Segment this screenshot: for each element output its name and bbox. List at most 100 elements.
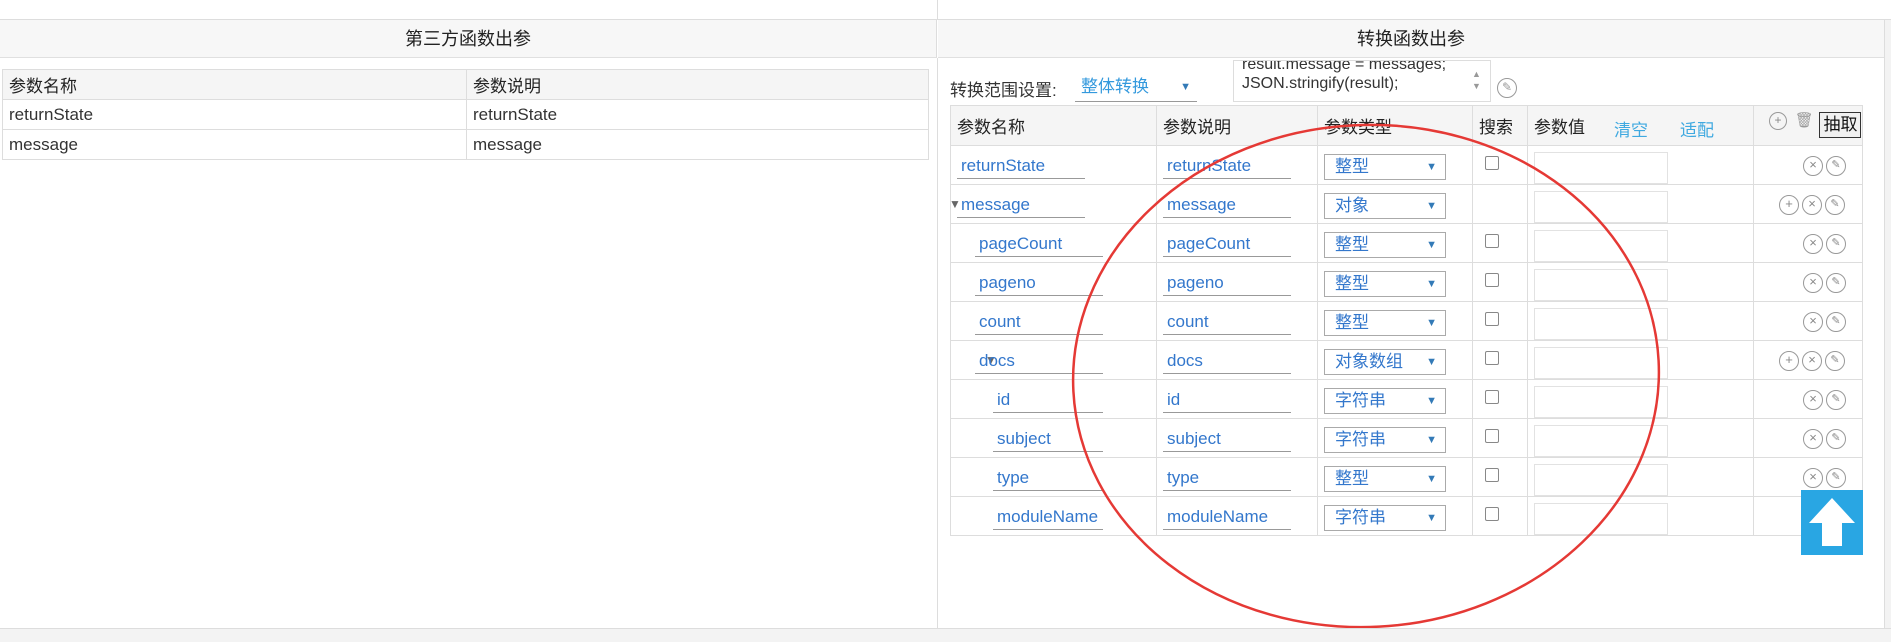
param-value-input[interactable] [1534,308,1668,340]
pencil-circle-icon[interactable]: ✎ [1826,312,1846,332]
param-desc-input[interactable]: message [1163,192,1291,218]
bottom-strip [0,628,1891,642]
x-circle-icon[interactable]: × [1803,156,1823,176]
param-type-select[interactable]: 整型 ▼ [1324,154,1446,180]
param-type-select[interactable]: 字符串 ▼ [1324,427,1446,453]
x-circle-icon[interactable]: × [1803,273,1823,293]
param-name-input[interactable]: docs [975,348,1103,374]
param-type-value: 字符串 [1335,508,1386,527]
param-desc-input[interactable]: pageno [1163,270,1291,296]
param-type-value: 整型 [1335,157,1369,176]
textarea-resize-icon[interactable]: ▲ ▼ [1472,68,1481,92]
param-type-select[interactable]: 整型 ▼ [1324,271,1446,297]
plus-circle-icon[interactable]: + [1779,195,1799,215]
param-desc-input[interactable]: pageCount [1163,231,1291,257]
param-type-value: 整型 [1335,274,1369,293]
pencil-circle-icon[interactable]: ✎ [1826,429,1846,449]
param-value-input[interactable] [1534,503,1668,535]
pencil-circle-icon[interactable]: ✎ [1497,78,1517,98]
search-checkbox[interactable] [1485,273,1499,287]
param-desc-cell: message [466,129,929,160]
scroll-to-top-button[interactable] [1801,490,1863,555]
param-desc-input[interactable]: id [1163,387,1291,413]
param-value-input[interactable] [1534,464,1668,496]
param-desc-input[interactable]: count [1163,309,1291,335]
param-type-select[interactable]: 字符串 ▼ [1324,505,1446,531]
param-name-input[interactable]: message [957,192,1085,218]
chevron-down-icon: ▼ [1426,161,1437,173]
param-type-select[interactable]: 整型 ▼ [1324,232,1446,258]
x-circle-icon[interactable]: × [1802,351,1822,371]
x-circle-icon[interactable]: × [1803,312,1823,332]
chevron-down-icon: ▼ [1180,81,1191,93]
param-type-select[interactable]: 整型 ▼ [1324,310,1446,336]
search-checkbox[interactable] [1485,312,1499,326]
search-checkbox[interactable] [1485,234,1499,248]
search-checkbox[interactable] [1485,390,1499,404]
search-checkbox[interactable] [1485,351,1499,365]
right-panel-title: 转换函数出参 [938,20,1884,58]
pencil-circle-icon[interactable]: ✎ [1825,351,1845,371]
param-desc-input[interactable]: moduleName [1163,504,1291,530]
param-name-input[interactable]: id [993,387,1103,413]
x-circle-icon[interactable]: × [1803,234,1823,254]
param-type-select[interactable]: 整型 ▼ [1324,466,1446,492]
param-desc-cell: returnState [466,99,929,130]
search-cell [1472,379,1528,419]
param-value-input[interactable] [1534,386,1668,418]
right-scrollbar-strip[interactable] [1884,20,1891,628]
search-checkbox[interactable] [1485,429,1499,443]
actions-cell: ×✎ [1753,262,1863,302]
search-checkbox[interactable] [1485,507,1499,521]
x-circle-icon[interactable]: × [1802,195,1822,215]
param-name-input[interactable]: moduleName [993,504,1103,530]
value-header-label: 参数值 [1534,118,1585,137]
pencil-circle-icon[interactable]: ✎ [1826,273,1846,293]
param-value-input[interactable] [1534,347,1668,379]
param-value-input[interactable] [1534,230,1668,262]
column-header-actions: + 🗑 抽取 [1753,105,1863,146]
param-value-input[interactable] [1534,152,1668,184]
x-circle-icon[interactable]: × [1803,390,1823,410]
param-desc-input[interactable]: returnState [1163,153,1291,179]
pencil-circle-icon[interactable]: ✎ [1826,468,1846,488]
param-desc-cell: type [1156,457,1318,497]
param-type-select[interactable]: 对象数组 ▼ [1324,349,1446,375]
conversion-script-textarea[interactable]: result.message = messages; JSON.stringif… [1233,60,1491,102]
top-strip [0,0,1891,20]
param-desc-input[interactable]: type [1163,465,1291,491]
param-type-select[interactable]: 对象 ▼ [1324,193,1446,219]
pencil-circle-icon[interactable]: ✎ [1826,156,1846,176]
clear-link[interactable]: 清空 [1614,116,1648,141]
param-type-cell: 整型 ▼ [1317,223,1473,263]
param-name-cell: message [2,129,467,160]
param-value-input[interactable] [1534,269,1668,301]
pencil-circle-icon[interactable]: ✎ [1826,390,1846,410]
param-name-input[interactable]: returnState [957,153,1085,179]
plus-circle-icon[interactable]: + [1779,351,1799,371]
param-name-input[interactable]: type [993,465,1103,491]
param-name-input[interactable]: subject [993,426,1103,452]
param-desc-input[interactable]: subject [1163,426,1291,452]
x-circle-icon[interactable]: × [1803,429,1823,449]
param-value-input[interactable] [1534,425,1668,457]
extract-button[interactable]: 抽取 [1819,112,1862,138]
param-desc-input[interactable]: docs [1163,348,1291,374]
pencil-circle-icon[interactable]: ✎ [1825,195,1845,215]
x-circle-icon[interactable]: × [1803,468,1823,488]
param-value-input[interactable] [1534,191,1668,223]
range-setting-select[interactable]: 整体转换 ▼ [1075,72,1197,102]
table-row: ▼ docs docs 对象数组 ▼ + × ✎ [950,340,1863,380]
plus-circle-icon[interactable]: + [1769,112,1787,130]
param-name-input[interactable]: pageCount [975,231,1103,257]
search-checkbox[interactable] [1485,468,1499,482]
param-name-input[interactable]: count [975,309,1103,335]
param-type-select[interactable]: 字符串 ▼ [1324,388,1446,414]
fit-link[interactable]: 适配 [1680,116,1714,141]
param-name-cell: type [950,457,1157,497]
param-type-value: 整型 [1335,313,1369,332]
trash-icon[interactable]: 🗑 [1795,112,1814,132]
param-name-input[interactable]: pageno [975,270,1103,296]
search-checkbox[interactable] [1485,156,1499,170]
pencil-circle-icon[interactable]: ✎ [1826,234,1846,254]
